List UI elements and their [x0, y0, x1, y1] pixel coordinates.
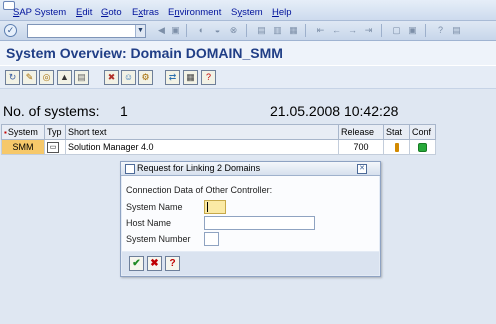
- text-cursor: [207, 202, 208, 212]
- status-cell: [383, 139, 410, 155]
- toolbar-separator: [381, 24, 382, 37]
- transport-icon[interactable]: ▤: [74, 70, 89, 85]
- refresh-icon[interactable]: ↻: [5, 70, 20, 85]
- help-circle-icon[interactable]: ?: [435, 25, 446, 36]
- toolbar-separator: [186, 24, 187, 37]
- conf-cell: [409, 139, 436, 155]
- find-icon[interactable]: ▥: [272, 25, 283, 36]
- systems-table: ▪System Typ Short text Release Stat Conf…: [1, 124, 436, 155]
- marker-icon: ▪: [4, 128, 7, 137]
- number-of-systems-label: No. of systems:: [3, 103, 100, 119]
- menu-extras[interactable]: Extras: [132, 7, 159, 18]
- application-toolbar: ↻ ✎ ◎ ▲ ▤ ✖ ☺ ⚙ ⇄ ▦ ?: [0, 66, 496, 89]
- system-name-label: System Name: [126, 202, 183, 212]
- standard-toolbar: ✓ ▼ ◀ ▣ ◐ ◒ ⊗ ▤ ▥ ▦ ⇤ ← → ⇥ ▢ ▣ ? ▤: [0, 21, 496, 41]
- table-header-row: ▪System Typ Short text Release Stat Conf: [1, 124, 436, 140]
- warning-status-icon: [394, 142, 399, 152]
- back-arrow-icon[interactable]: ◀: [156, 25, 167, 36]
- short-text-cell: Solution Manager 4.0: [65, 139, 339, 155]
- close-icon[interactable]: ✕: [357, 164, 367, 174]
- timestamp: 21.05.2008 10:42:28: [270, 103, 399, 119]
- menu-bar: SAP System Edit Goto Extras Environment …: [0, 0, 496, 21]
- help-icon[interactable]: ?: [165, 256, 180, 271]
- column-header-system[interactable]: ▪System: [1, 124, 45, 140]
- system-name-input[interactable]: [204, 200, 226, 214]
- dialog-body: Connection Data of Other Controller: Sys…: [122, 176, 379, 251]
- back-icon[interactable]: ◐: [196, 25, 207, 36]
- cancel-icon[interactable]: ✖: [147, 256, 162, 271]
- print-icon[interactable]: ▤: [256, 25, 267, 36]
- checkmark-icon[interactable]: ✔: [129, 256, 144, 271]
- column-header-short-text[interactable]: Short text: [65, 124, 339, 140]
- system-number-label: System Number: [126, 234, 191, 244]
- type-cell: ▭: [44, 139, 66, 155]
- help-icon[interactable]: ?: [201, 70, 216, 85]
- menu-help[interactable]: Help: [272, 7, 292, 18]
- column-header-system-label: System: [7, 127, 38, 137]
- column-header-typ[interactable]: Typ: [44, 124, 66, 140]
- toolbar-separator: [246, 24, 247, 37]
- host-name-input[interactable]: [204, 216, 315, 230]
- table-icon[interactable]: ▦: [183, 70, 198, 85]
- cancel-circle-icon[interactable]: ⊗: [228, 25, 239, 36]
- display-icon[interactable]: ◎: [39, 70, 54, 85]
- host-name-label: Host Name: [126, 218, 172, 228]
- link-domains-dialog: Request for Linking 2 Domains ✕ Connecti…: [120, 161, 381, 277]
- exit-icon[interactable]: ◒: [212, 25, 223, 36]
- user-icon[interactable]: ☺: [121, 70, 136, 85]
- column-header-stat[interactable]: Stat: [383, 124, 410, 140]
- delete-icon[interactable]: ✖: [104, 70, 119, 85]
- distribute-icon[interactable]: ⇄: [165, 70, 180, 85]
- menu-system[interactable]: System: [231, 7, 263, 18]
- previous-page-icon[interactable]: ←: [331, 25, 342, 36]
- edit-icon[interactable]: ✎: [22, 70, 37, 85]
- menu-environment[interactable]: Environment: [168, 7, 221, 18]
- first-page-icon[interactable]: ⇤: [315, 25, 326, 36]
- shortcut-icon[interactable]: ▣: [407, 25, 418, 36]
- new-session-icon[interactable]: ▢: [391, 25, 402, 36]
- layout-menu-icon[interactable]: ▤: [451, 25, 462, 36]
- find-next-icon[interactable]: ▦: [288, 25, 299, 36]
- column-header-conf[interactable]: Conf: [409, 124, 436, 140]
- dialog-window-icon: [125, 164, 135, 174]
- page-title: System Overview: Domain DOMAIN_SMM: [6, 45, 283, 61]
- save-icon[interactable]: ▣: [170, 25, 181, 36]
- dialog-button-bar: ✔ ✖ ?: [122, 252, 379, 275]
- menu-sap-system[interactable]: SAP System: [13, 7, 66, 18]
- toolbar-separator: [425, 24, 426, 37]
- next-page-icon[interactable]: →: [347, 25, 358, 36]
- column-header-release[interactable]: Release: [338, 124, 384, 140]
- system-type-icon: ▭: [47, 142, 59, 153]
- system-cell[interactable]: SMM: [1, 139, 45, 155]
- menu-goto[interactable]: Goto: [101, 7, 122, 18]
- command-field[interactable]: ▼: [27, 24, 146, 38]
- system-number-input[interactable]: [204, 232, 219, 246]
- dialog-title-bar: Request for Linking 2 Domains ✕: [121, 162, 380, 176]
- last-page-icon[interactable]: ⇥: [363, 25, 374, 36]
- title-bar: System Overview: Domain DOMAIN_SMM: [0, 41, 496, 65]
- toolbar-separator: [305, 24, 306, 37]
- connection-data-heading: Connection Data of Other Controller:: [126, 185, 273, 195]
- green-light-icon: [418, 142, 427, 152]
- settings-icon[interactable]: ⚙: [138, 70, 153, 85]
- dialog-title: Request for Linking 2 Domains: [137, 163, 261, 173]
- release-cell: 700: [338, 139, 384, 155]
- chevron-down-icon[interactable]: ▼: [135, 25, 145, 37]
- menu-edit[interactable]: Edit: [76, 7, 92, 18]
- number-of-systems-value: 1: [120, 103, 128, 119]
- lock-icon[interactable]: ▲: [57, 70, 72, 85]
- enter-icon[interactable]: ✓: [4, 24, 17, 37]
- table-row[interactable]: SMM ▭ Solution Manager 4.0 700: [1, 139, 436, 155]
